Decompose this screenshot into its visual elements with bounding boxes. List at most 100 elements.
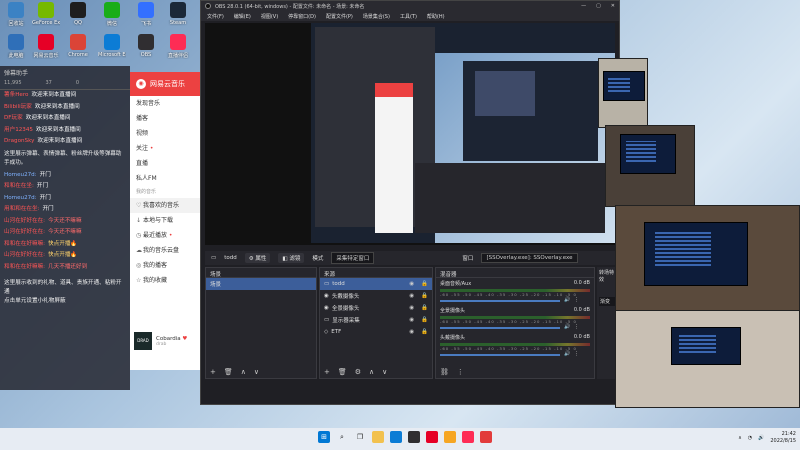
desktop-icon[interactable]: 飞书 bbox=[132, 2, 160, 34]
desktop-icon[interactable]: Chrome bbox=[64, 34, 92, 66]
source-item[interactable]: ▭ 显示器采集 ◉ 🔒 bbox=[320, 314, 432, 326]
music-nav-item[interactable]: ↓ 本地与下载 bbox=[130, 213, 205, 228]
music-nav-item[interactable]: ☁我的音乐云盘 bbox=[130, 243, 205, 258]
music-nav-label: 我喜欢的音乐 bbox=[143, 202, 180, 209]
music-nav-item[interactable]: ◎ 我的播客 bbox=[130, 258, 205, 273]
more-icon[interactable]: ⋮ bbox=[457, 368, 464, 376]
obs-menu-item[interactable]: 视图(V) bbox=[261, 13, 278, 20]
lock-icon[interactable]: 🔒 bbox=[421, 281, 428, 287]
music-nav-item[interactable]: ☆ 我的收藏 bbox=[130, 273, 205, 288]
app-icon[interactable] bbox=[480, 431, 492, 443]
chat-message: 和和在在好嘛嘛: 快点开播🔥 bbox=[0, 239, 130, 251]
music-user-card[interactable]: DRAD Cobardia ♥ drab bbox=[134, 332, 187, 350]
source-item[interactable]: ◇ ETF ◉ 🔒 bbox=[320, 326, 432, 338]
music-nav-item[interactable]: 播客 bbox=[130, 111, 205, 126]
desktop-icon[interactable]: 微信 bbox=[98, 2, 126, 34]
eye-icon[interactable]: ◉ bbox=[409, 305, 414, 311]
volume-icon[interactable]: 🔊 bbox=[758, 435, 764, 441]
desktop-icon[interactable]: 网易云音乐 bbox=[32, 34, 60, 66]
lock-icon[interactable]: 🔒 bbox=[421, 305, 428, 311]
volume-slider[interactable] bbox=[440, 300, 560, 302]
more-icon[interactable]: ⋮ bbox=[574, 297, 579, 303]
desktop-icon[interactable]: OBS bbox=[132, 34, 160, 66]
add-icon[interactable]: + bbox=[324, 368, 330, 376]
obs-menu-item[interactable]: 帮助(H) bbox=[427, 13, 445, 20]
eye-icon[interactable]: ◉ bbox=[409, 317, 414, 323]
music-nav-item[interactable]: 发现音乐 bbox=[130, 96, 205, 111]
windows-start-icon[interactable]: ⊞ bbox=[318, 431, 330, 443]
obs-menu-item[interactable]: 配置文件(P) bbox=[326, 13, 353, 20]
file-explorer-icon[interactable] bbox=[372, 431, 384, 443]
obs-menu-item[interactable]: 文件(F) bbox=[207, 13, 224, 20]
desktop-icon[interactable]: 回收站 bbox=[2, 2, 30, 34]
eye-icon[interactable]: ◉ bbox=[409, 329, 414, 335]
live-icon[interactable] bbox=[462, 431, 474, 443]
lock-icon[interactable]: 🔒 bbox=[421, 329, 428, 335]
search-icon[interactable]: ⌕ bbox=[336, 431, 348, 443]
scene-item[interactable]: 场景 bbox=[206, 278, 316, 290]
desktop-icon[interactable]: GeForce Experience bbox=[32, 2, 60, 34]
sources-dock: 来源 ▭ todd ◉ 🔒 ◉ 头戴摄像头 ◉ 🔒 ◉ 全景摄像头 ◉ 🔒 ▭ 显示器采集 ◉ 🔒 ◇ ETF ◉ 🔒… bbox=[319, 267, 433, 379]
trash-icon[interactable]: 🗑 bbox=[224, 368, 233, 376]
obs-menu-item[interactable]: 停靠窗口(D) bbox=[288, 13, 316, 20]
gear-icon[interactable]: ⚙ bbox=[355, 368, 361, 376]
window-select[interactable]: [SSOverlay.exe]: SSOverlay.exe bbox=[481, 253, 578, 263]
network-icon[interactable]: ◔ bbox=[748, 435, 752, 441]
more-icon[interactable]: ⋮ bbox=[574, 324, 579, 330]
add-icon[interactable]: + bbox=[210, 368, 216, 376]
source-item[interactable]: ◉ 头戴摄像头 ◉ 🔒 bbox=[320, 290, 432, 302]
more-icon[interactable]: ⋮ bbox=[574, 351, 579, 357]
filters-button[interactable]: ◧ 滤镜 bbox=[278, 253, 305, 263]
desktop-icon[interactable]: Microsoft Edge bbox=[98, 34, 126, 66]
minimize-icon[interactable]: — bbox=[581, 3, 586, 9]
maximize-icon[interactable]: ▢ bbox=[596, 3, 601, 9]
close-icon[interactable]: ✕ bbox=[611, 3, 615, 9]
obs-menu-item[interactable]: 场景集合(S) bbox=[363, 13, 390, 20]
eye-icon[interactable]: ◉ bbox=[409, 293, 414, 299]
source-item[interactable]: ◉ 全景摄像头 ◉ 🔒 bbox=[320, 302, 432, 314]
obs-preview[interactable] bbox=[205, 23, 615, 245]
music-nav-item[interactable]: ♡ 我喜欢的音乐 bbox=[130, 198, 205, 213]
arrow-up-icon[interactable]: ∧ bbox=[241, 368, 246, 376]
music-nav-item[interactable]: 私人FM bbox=[130, 171, 205, 186]
obs-menu-item[interactable]: 编辑(E) bbox=[234, 13, 251, 20]
source-item[interactable]: ▭ todd ◉ 🔒 bbox=[320, 278, 432, 290]
arrow-up-icon[interactable]: ∧ bbox=[369, 368, 374, 376]
properties-button[interactable]: ⚙ 属性 bbox=[244, 253, 271, 263]
avatar[interactable]: DRAD bbox=[134, 332, 152, 350]
app-icon[interactable] bbox=[444, 431, 456, 443]
volume-slider[interactable] bbox=[440, 354, 560, 356]
chat-username: Bilibili玩家 bbox=[4, 103, 32, 110]
volume-slider[interactable] bbox=[440, 327, 560, 329]
desktop-icon[interactable]: Steam bbox=[164, 2, 192, 34]
volume-icon[interactable]: 🔊 bbox=[564, 324, 570, 330]
arrow-down-icon[interactable]: ∨ bbox=[254, 368, 259, 376]
edge-icon[interactable] bbox=[390, 431, 402, 443]
desktop-icon[interactable]: 此电脑 bbox=[2, 34, 30, 66]
desktop-icon[interactable]: QQ bbox=[64, 2, 92, 34]
task-view-icon[interactable]: ❐ bbox=[354, 431, 366, 443]
lock-icon[interactable]: 🔒 bbox=[421, 293, 428, 299]
music-nav-item[interactable]: 关注 • bbox=[130, 141, 205, 156]
obs-menu-item[interactable]: 工具(T) bbox=[400, 13, 417, 20]
lock-icon[interactable]: 🔒 bbox=[421, 317, 428, 323]
webcam-feed-4 bbox=[615, 310, 800, 408]
chat-username: 薯条Hero bbox=[4, 92, 29, 98]
arrow-down-icon[interactable]: ∨ bbox=[382, 368, 387, 376]
trash-icon[interactable]: 🗑 bbox=[338, 368, 347, 376]
music-nav-item[interactable]: 视频 bbox=[130, 126, 205, 141]
obs-icon[interactable] bbox=[408, 431, 420, 443]
eye-icon[interactable]: ◉ bbox=[409, 281, 414, 287]
chevron-up-icon[interactable]: ∧ bbox=[738, 435, 742, 441]
link-icon[interactable]: ⛓ bbox=[440, 368, 449, 376]
netease-music-icon[interactable] bbox=[426, 431, 438, 443]
clock[interactable]: 21:42 2022/8/15 bbox=[770, 431, 796, 445]
netease-logo-icon: ◉ bbox=[136, 79, 146, 89]
music-nav-item[interactable]: 直播 bbox=[130, 156, 205, 171]
desktop-icon[interactable]: 直播伴侣 bbox=[164, 34, 192, 66]
chat-message: 和和在在好嘛嘛: 几天不播还好到 bbox=[0, 262, 130, 274]
volume-icon[interactable]: 🔊 bbox=[564, 351, 570, 357]
volume-icon[interactable]: 🔊 bbox=[564, 297, 570, 303]
music-nav-item[interactable]: ◷ 最近播放 • bbox=[130, 228, 205, 243]
mode-select[interactable]: 采集特定窗口 bbox=[331, 252, 375, 264]
